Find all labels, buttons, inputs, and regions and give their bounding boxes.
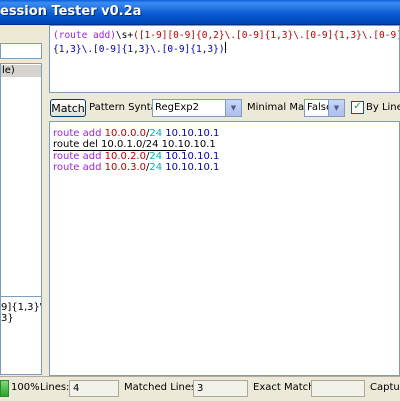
- pattern-detail[interactable]: 9]{1,3}\. 3}: [0, 296, 42, 375]
- result-gateway: 10.10.10.1: [165, 128, 220, 139]
- result-ip: 10.0.2.0: [104, 151, 146, 162]
- exact-match-label: Exact Match:: [253, 382, 318, 393]
- window-title: ession Tester v0.2a: [0, 4, 142, 19]
- toolbar: Match Pattern Syntax: RegExp2 ▼ Minimal …: [49, 97, 400, 119]
- result-line: route add 10.0.2.0/24 10.10.10.1: [53, 151, 396, 162]
- result-line: route del 10.0.1.0/24 10.10.10.1: [53, 139, 216, 151]
- left-panel: le) 9]{1,3}\. 3}: [0, 25, 45, 376]
- chevron-down-icon[interactable]: ▼: [225, 100, 241, 116]
- progress-bar: [0, 380, 9, 397]
- progress-label: 100%: [11, 382, 40, 393]
- text-caret: [224, 42, 226, 53]
- lines-value: 4: [69, 380, 119, 397]
- results-view[interactable]: route add 10.0.0.0/24 10.10.10.1 route de…: [49, 121, 400, 376]
- lines-label: Lines:: [40, 382, 70, 393]
- pattern-line: (route add)\s+([1-9][0-9]{0,2}\.[0-9]{1,…: [53, 30, 399, 42]
- match-button[interactable]: Match: [50, 99, 86, 117]
- pattern-segment: \s+: [115, 30, 134, 41]
- matched-lines-label: Matched Lines:: [124, 382, 200, 393]
- pattern-list-item[interactable]: le): [1, 65, 41, 77]
- result-command: route add: [53, 151, 102, 162]
- pattern-editor[interactable]: (route add)\s+([1-9][0-9]{0,2}\.[0-9]{1,…: [49, 25, 400, 93]
- result-line: route add 10.0.3.0/24 10.10.10.1: [53, 162, 396, 173]
- by-line-checkbox[interactable]: ✓: [351, 101, 364, 114]
- pattern-list[interactable]: le): [0, 63, 42, 318]
- result-gateway: 10.10.10.1: [165, 151, 220, 162]
- minimal-match-select[interactable]: False ▼: [304, 99, 345, 117]
- result-ip: 10.0.0.0: [104, 128, 146, 139]
- result-gateway: 10.10.10.1: [165, 162, 220, 173]
- status-bar: 100% Lines: 4 Matched Lines: 3 Exact Mat…: [0, 376, 400, 401]
- result-command: route add: [53, 162, 102, 173]
- pattern-segment: ([1-9][0-9]{0,2}\.[0-9]{1,3}\.[0-9]{1,3}…: [133, 30, 399, 41]
- result-line: route add 10.0.0.0/24 10.10.10.1: [53, 128, 396, 139]
- result-command: route add: [53, 128, 102, 139]
- result-mask: 24: [149, 162, 163, 173]
- pattern-detail-line: 9]{1,3}\.: [1, 302, 42, 313]
- result-mask: 24: [149, 128, 163, 139]
- result-mask: 24: [149, 151, 163, 162]
- pattern-line: {1,3}\.[0-9]{1,3}\.[0-9]{1,3}): [53, 42, 396, 56]
- pattern-segment: (route add): [53, 30, 116, 41]
- pattern-syntax-select[interactable]: RegExp2 ▼: [152, 99, 242, 117]
- left-filter-input[interactable]: [0, 43, 42, 59]
- result-ip: 10.0.3.0: [104, 162, 146, 173]
- result-unmatched-text: route del 10.0.1.0/24 10.10.10.1: [53, 139, 216, 150]
- matched-lines-value: 3: [193, 380, 248, 397]
- exact-match-value: [311, 380, 365, 397]
- title-bar: ession Tester v0.2a: [0, 0, 400, 25]
- pattern-detail-line: 3}: [1, 313, 14, 324]
- pattern-syntax-value: RegExp2: [155, 102, 199, 113]
- pattern-segment: {1,3}\.[0-9]{1,3}\.[0-9]{1,3}): [53, 44, 225, 55]
- chevron-down-icon[interactable]: ▼: [328, 100, 344, 116]
- capture-label: Captur: [370, 382, 400, 393]
- by-line-label: By Line:: [366, 102, 400, 113]
